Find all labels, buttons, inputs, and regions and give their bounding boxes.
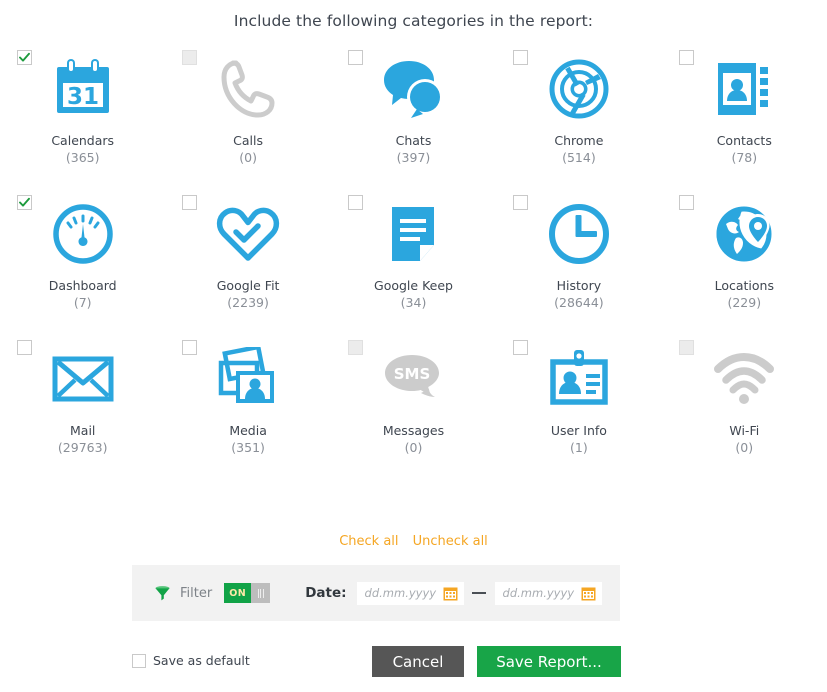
category-label: Locations [714, 278, 774, 293]
category-label: User Info [550, 423, 607, 438]
contacts-book-icon[interactable] [662, 50, 827, 128]
wifi-icon [662, 340, 827, 418]
category-count: (351) [231, 440, 265, 455]
category-grid: 31 Calendars (365) Calls (0) Chats (397) Ch… [0, 44, 827, 479]
calendar-icon[interactable] [443, 586, 458, 605]
category-label: Google Keep [374, 278, 453, 293]
category-count: (0) [239, 150, 257, 165]
category-label: Chrome [554, 133, 604, 148]
category-label: Google Fit [216, 278, 280, 293]
check-all-link[interactable]: Check all [339, 534, 398, 549]
category-cell: Google Keep (34) [331, 189, 496, 334]
filter-toggle-state: ON [224, 583, 252, 603]
page-title: Include the following categories in the … [233, 12, 594, 30]
category-cell: Chrome (514) [496, 44, 661, 189]
category-count: (28644) [554, 295, 604, 310]
date-from-field[interactable] [356, 581, 464, 605]
category-cell: Google Fit (2239) [165, 189, 330, 334]
category-count: (34) [400, 295, 427, 310]
category-count: (29763) [57, 440, 108, 455]
save-report-button[interactable]: Save Report... [477, 646, 621, 677]
filter-toggle[interactable]: ON [224, 583, 271, 603]
funnel-icon [154, 585, 171, 602]
filter-toggle-knob [251, 583, 271, 603]
phone-icon [165, 50, 330, 128]
check-all-links: Check all Uncheck all [0, 534, 827, 549]
note-icon[interactable] [331, 195, 496, 273]
save-as-default-label: Save as default [153, 653, 250, 668]
chrome-icon[interactable] [496, 50, 661, 128]
category-label: Calls [233, 133, 264, 148]
category-count: (7) [73, 295, 92, 310]
calendar-icon[interactable]: 31 [0, 50, 165, 128]
clock-icon[interactable] [496, 195, 661, 273]
category-count: (514) [562, 150, 596, 165]
date-label: Date: [305, 585, 347, 601]
category-cell: History (28644) [496, 189, 661, 334]
category-label: Contacts [716, 133, 772, 148]
category-label: Wi-Fi [729, 423, 760, 438]
envelope-icon[interactable] [0, 340, 165, 418]
save-as-default-box [132, 653, 146, 668]
id-card-icon[interactable] [496, 340, 661, 418]
svg-text:31: 31 [67, 84, 99, 110]
category-count: (2239) [227, 295, 269, 310]
cancel-button[interactable]: Cancel [372, 646, 464, 677]
photos-icon[interactable] [165, 340, 330, 418]
date-from-input[interactable] [362, 585, 439, 601]
svg-text:SMS: SMS [394, 365, 431, 383]
category-label: Mail [70, 423, 96, 438]
category-count: (78) [731, 150, 758, 165]
category-cell: Mail (29763) [0, 334, 165, 479]
date-to-input[interactable] [500, 585, 577, 601]
category-cell: Calls (0) [165, 44, 330, 189]
category-label: Dashboard [48, 278, 117, 293]
category-cell: Chats (397) [331, 44, 496, 189]
category-cell: User Info (1) [496, 334, 661, 479]
category-cell: Wi-Fi (0) [662, 334, 827, 479]
heart-icon[interactable] [165, 195, 330, 273]
category-count: (1) [570, 440, 588, 455]
sms-bubble-icon: SMS [331, 340, 496, 418]
category-label: Media [229, 423, 267, 438]
category-cell: SMS Messages (0) [331, 334, 496, 479]
calendar-icon[interactable] [581, 586, 596, 605]
filter-bar: Filter ON Date: [132, 565, 620, 621]
save-as-default-checkbox[interactable]: Save as default [132, 653, 250, 668]
date-to-field[interactable] [494, 581, 602, 605]
chat-bubbles-icon[interactable] [331, 50, 496, 128]
report-categories-dialog: Include the following categories in the … [0, 0, 827, 692]
category-cell: Contacts (78) [662, 44, 827, 189]
category-label: Chats [395, 133, 432, 148]
date-range-dash [471, 592, 486, 594]
category-label: Calendars [51, 133, 115, 148]
category-cell: 31 Calendars (365) [0, 44, 165, 189]
category-count: (397) [396, 150, 431, 165]
uncheck-all-link[interactable]: Uncheck all [413, 534, 488, 549]
category-label: Messages [382, 423, 445, 438]
category-count: (0) [735, 440, 754, 455]
category-cell: Media (351) [165, 334, 330, 479]
category-count: (0) [404, 440, 423, 455]
category-cell: Locations (229) [662, 189, 827, 334]
globe-pin-icon[interactable] [662, 195, 827, 273]
gauge-icon[interactable] [0, 195, 165, 273]
filter-label: Filter [180, 585, 213, 601]
category-cell: Dashboard (7) [0, 189, 165, 334]
category-label: History [556, 278, 602, 293]
category-count: (229) [727, 295, 762, 310]
category-count: (365) [65, 150, 100, 165]
